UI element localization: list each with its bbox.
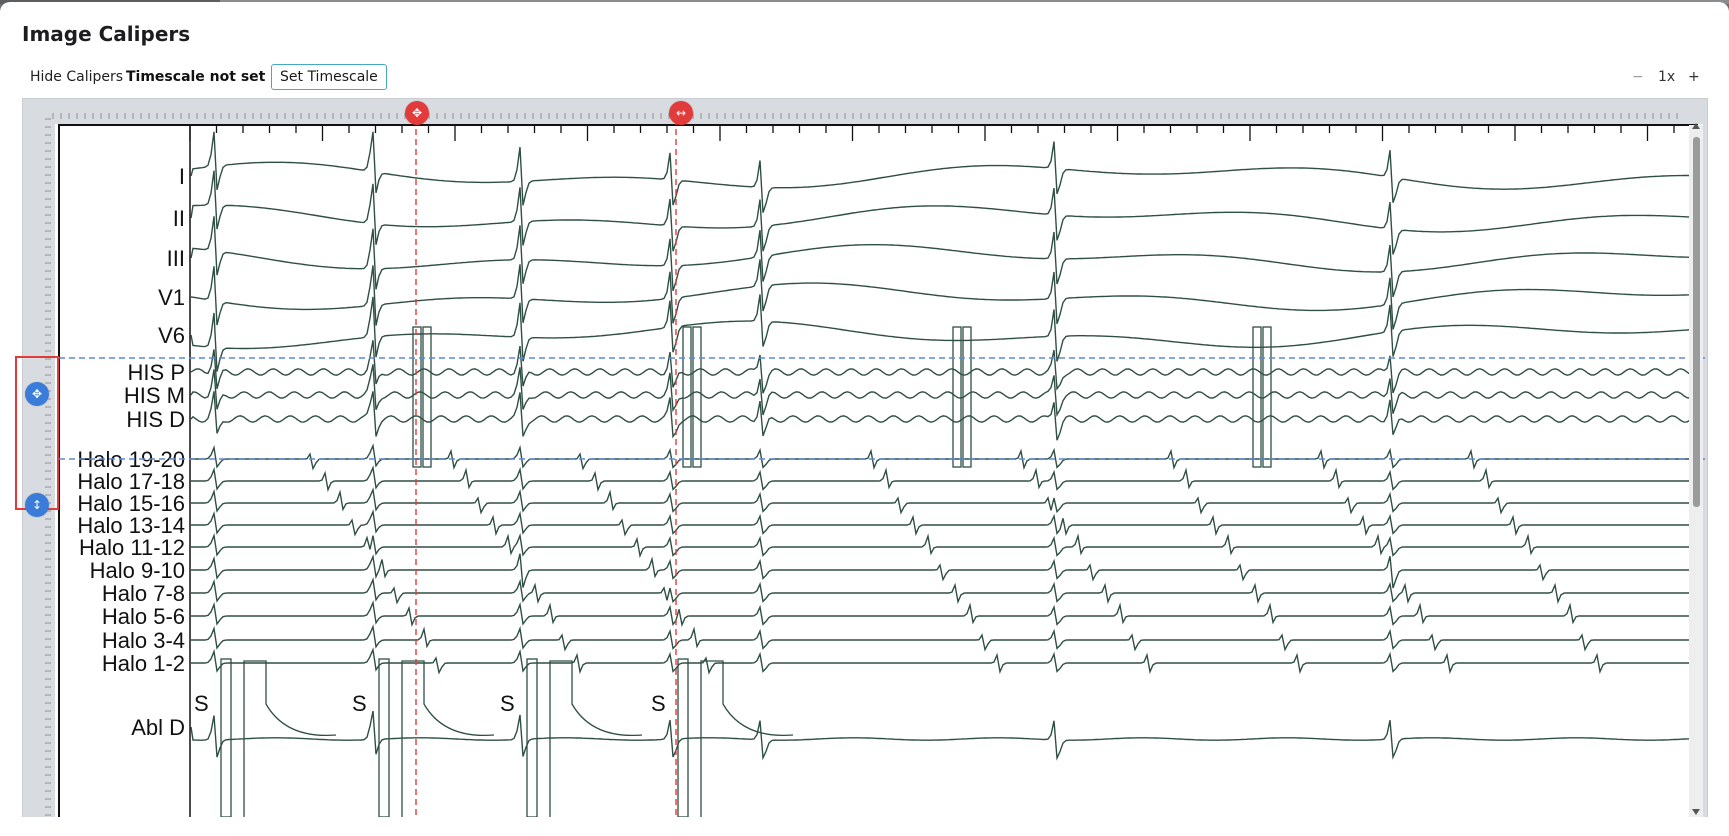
scrollbar-thumb [1693,137,1700,507]
stim-marker: S [352,691,367,716]
lead-label: Halo 7-8 [102,581,185,606]
resize-horizontal-icon[interactable]: ↔ [669,101,693,125]
lead-label: Halo 5-6 [102,604,185,629]
ecg-image[interactable]: IIIIIIV1V6HIS PHIS MHIS DHalo 19-20Halo … [23,99,1707,817]
image-calipers-dialog: Image Calipers Hide Calipers Timescale n… [0,2,1729,836]
zoom-in-button[interactable]: + [1688,64,1700,90]
lead-label: HIS M [124,383,185,408]
set-timescale-button[interactable]: Set Timescale [271,64,387,90]
resize-vertical-icon[interactable]: ↕ [25,493,49,517]
lead-label: V6 [158,323,185,348]
move-icon[interactable]: ✥ [25,382,49,406]
move-icon[interactable]: ✥ [405,101,429,125]
lead-label: Halo 11-12 [79,535,185,560]
dialog-title: Image Calipers [22,22,191,46]
lead-label: I [179,164,185,189]
lead-label: Abl D [131,715,185,740]
ecg-paper [55,124,1703,817]
stim-marker: S [194,691,209,716]
lead-label: II [173,206,185,231]
ecg-viewer[interactable]: I II III V1 V6 HIS P HIS M HIS D Halo 19-20 Halo … [22,98,1708,817]
lead-label: V1 [158,285,185,310]
stim-marker: S [500,691,515,716]
hide-calipers-button[interactable]: Hide Calipers [22,64,131,90]
timescale-status: Timescale not set [126,69,266,85]
caliper-selection-box [15,356,59,510]
zoom-out-button[interactable]: − [1632,64,1644,90]
lead-label: HIS P [128,360,185,385]
stim-marker: S [651,691,666,716]
lead-label: Halo 1-2 [102,651,185,676]
lead-label: Halo 3-4 [102,628,185,653]
calipers-toolbar: Hide Calipers Timescale not set Set Time… [22,64,1712,92]
zoom-level: 1x [1658,69,1676,85]
top-ruler [52,113,1678,119]
lead-label: Halo 9-10 [90,558,185,583]
lead-label: III [167,246,185,271]
lead-label: HIS D [126,407,185,432]
